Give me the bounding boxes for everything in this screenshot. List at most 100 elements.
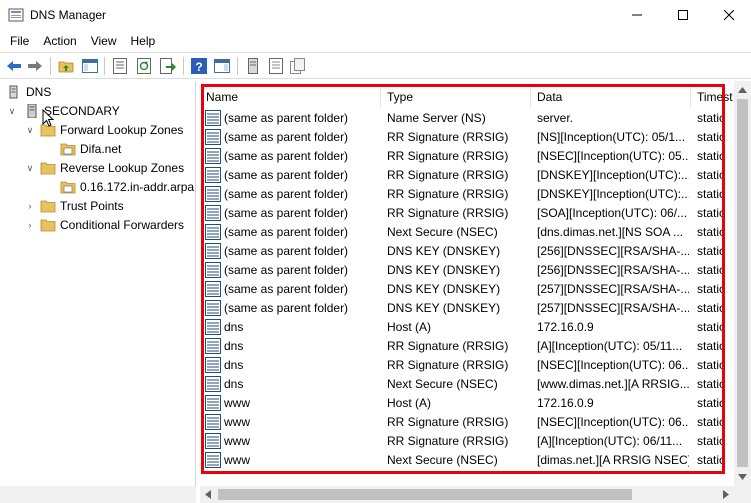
tree-node-conditional-forwarders[interactable]: › Conditional Forwarders — [24, 216, 185, 234]
tree-label-difa-net: Difa.net — [80, 142, 122, 156]
cell-timestamp: static — [697, 111, 726, 125]
toolbar-separator — [237, 57, 238, 75]
cell-name: (same as parent folder) — [224, 149, 349, 163]
table-row[interactable]: (same as parent folder) RR Signature (RRS… — [200, 185, 734, 204]
cell-timestamp: static — [697, 301, 726, 315]
up-one-level-button[interactable] — [57, 57, 75, 75]
cell-name: (same as parent folder) — [224, 130, 349, 144]
close-button[interactable] — [706, 0, 751, 30]
dns-record-icon — [205, 186, 221, 202]
cell-type: RR Signature (RRSIG) — [387, 187, 509, 201]
chevron-down-icon[interactable]: ∨ — [6, 105, 18, 117]
tree-label-secondary: SECONDARY — [44, 104, 120, 118]
list-vertical-scroll-thumb[interactable] — [737, 99, 748, 467]
cell-name: (same as parent folder) — [224, 282, 349, 296]
tree-horizontal-scrollbar[interactable] — [0, 486, 196, 503]
dns-record-icon — [205, 262, 221, 278]
table-row[interactable]: (same as parent folder) DNS KEY (DNSKEY) [… — [200, 242, 734, 261]
column-header-data[interactable]: Data — [531, 86, 691, 108]
table-row[interactable]: dns RR Signature (RRSIG) [NSEC][Inception(… — [200, 356, 734, 375]
table-row[interactable]: (same as parent folder) Name Server (NS) s… — [200, 109, 734, 128]
menu-action[interactable]: Action — [36, 31, 83, 51]
properties-button[interactable] — [111, 57, 129, 75]
column-header-type[interactable]: Type — [381, 86, 531, 108]
export-list-button[interactable] — [159, 57, 177, 75]
show-hide-action-pane-button[interactable] — [213, 57, 231, 75]
cell-name: (same as parent folder) — [224, 225, 349, 239]
table-row[interactable]: dns Next Secure (NSEC) [www.dimas.net.][A … — [200, 375, 734, 394]
table-row[interactable]: dns Host (A) 172.16.0.9 static — [200, 318, 734, 337]
scroll-left-arrow-icon[interactable] — [205, 490, 211, 499]
cell-timestamp: static — [697, 206, 726, 220]
column-header-name[interactable]: Name — [200, 86, 381, 108]
menu-view[interactable]: View — [84, 31, 124, 51]
table-row[interactable]: (same as parent folder) RR Signature (RRS… — [200, 128, 734, 147]
table-row[interactable]: www RR Signature (RRSIG) [A][Inception(UTC… — [200, 432, 734, 451]
table-row[interactable]: (same as parent folder) DNS KEY (DNSKEY) [… — [200, 261, 734, 280]
cell-type: Next Secure (NSEC) — [387, 377, 498, 391]
scroll-up-arrow-icon[interactable] — [738, 87, 747, 93]
minimize-button[interactable] — [614, 0, 660, 30]
table-row[interactable]: (same as parent folder) DNS KEY (DNSKEY) [… — [200, 280, 734, 299]
tree-node-trust-points[interactable]: › Trust Points — [24, 197, 124, 215]
server-list-button[interactable] — [267, 57, 285, 75]
tree-node-secondary[interactable]: ∨ SECONDARY — [6, 102, 120, 120]
cell-name: dns — [224, 358, 244, 372]
forward-button[interactable] — [26, 57, 44, 75]
tree-node-difa-net[interactable]: Difa.net — [60, 140, 121, 158]
table-row[interactable]: (same as parent folder) RR Signature (RRS… — [200, 166, 734, 185]
dns-record-icon — [205, 148, 221, 164]
chevron-right-icon[interactable]: › — [24, 200, 36, 212]
back-button[interactable] — [5, 57, 23, 75]
cell-name: www — [224, 453, 250, 467]
cell-data: [dns.dimas.net.][NS SOA ... — [537, 225, 684, 239]
minimize-icon — [632, 14, 642, 16]
table-row[interactable]: (same as parent folder) Next Secure (NSEC… — [200, 223, 734, 242]
chevron-right-icon[interactable]: › — [24, 219, 36, 231]
cell-type: RR Signature (RRSIG) — [387, 168, 509, 182]
help-button[interactable]: ? — [190, 57, 208, 75]
table-row[interactable]: www Next Secure (NSEC) [dimas.net.][A RRSI… — [200, 451, 734, 470]
table-row[interactable]: dns RR Signature (RRSIG) [A][Inception(UTC… — [200, 337, 734, 356]
maximize-button[interactable] — [660, 0, 706, 30]
cell-timestamp: static — [697, 168, 726, 182]
chevron-down-icon[interactable]: ∨ — [24, 162, 36, 174]
refresh-button[interactable] — [135, 57, 153, 75]
tree-node-reverse-lookup-zones[interactable]: ∨ Reverse Lookup Zones — [24, 159, 184, 177]
cell-type: DNS KEY (DNSKEY) — [387, 282, 501, 296]
table-row[interactable]: (same as parent folder) RR Signature (RRS… — [200, 147, 734, 166]
scroll-right-arrow-icon[interactable] — [723, 490, 729, 499]
toolbar-separator — [183, 57, 184, 75]
tree-node-dns[interactable]: DNS — [6, 83, 51, 101]
cell-data: [256][DNSSEC][RSA/SHA-... — [537, 244, 689, 258]
dns-record-icon — [205, 376, 221, 392]
table-row[interactable]: (same as parent folder) DNS KEY (DNSKEY) [… — [200, 299, 734, 318]
table-row[interactable]: www RR Signature (RRSIG) [NSEC][Inception(… — [200, 413, 734, 432]
maximize-icon — [678, 10, 688, 20]
cell-name: (same as parent folder) — [224, 206, 349, 220]
list-horizontal-scroll-thumb[interactable] — [218, 489, 632, 500]
cell-timestamp: static — [697, 320, 726, 334]
chevron-down-icon[interactable]: ∨ — [24, 124, 36, 136]
table-row[interactable]: www Host (A) 172.16.0.9 static — [200, 394, 734, 413]
tree-node-reverse-zone[interactable]: 0.16.172.in-addr.arpa — [60, 178, 194, 196]
show-hide-tree-button[interactable] — [81, 57, 99, 75]
server-button[interactable] — [244, 57, 262, 75]
table-row[interactable]: (same as parent folder) RR Signature (RRS… — [200, 204, 734, 223]
cell-data: [SOA][Inception(UTC): 06/... — [537, 206, 688, 220]
cell-timestamp: static — [697, 339, 726, 353]
cell-name: www — [224, 396, 250, 410]
menu-file[interactable]: File — [3, 31, 36, 51]
cell-timestamp: static — [697, 415, 726, 429]
menu-help[interactable]: Help — [124, 31, 163, 51]
scroll-down-arrow-icon[interactable] — [738, 474, 747, 480]
folder-icon — [40, 200, 56, 213]
cell-data: [A][Inception(UTC): 06/11... — [537, 434, 683, 448]
server-icon — [27, 104, 37, 118]
column-header-timestamp[interactable]: Timest — [691, 86, 734, 108]
cell-type: DNS KEY (DNSKEY) — [387, 244, 501, 258]
tree-label-forward-lookup-zones: Forward Lookup Zones — [60, 123, 184, 137]
copy-button[interactable] — [289, 57, 307, 75]
dns-record-icon — [205, 338, 221, 354]
toolbar-separator — [50, 57, 51, 75]
